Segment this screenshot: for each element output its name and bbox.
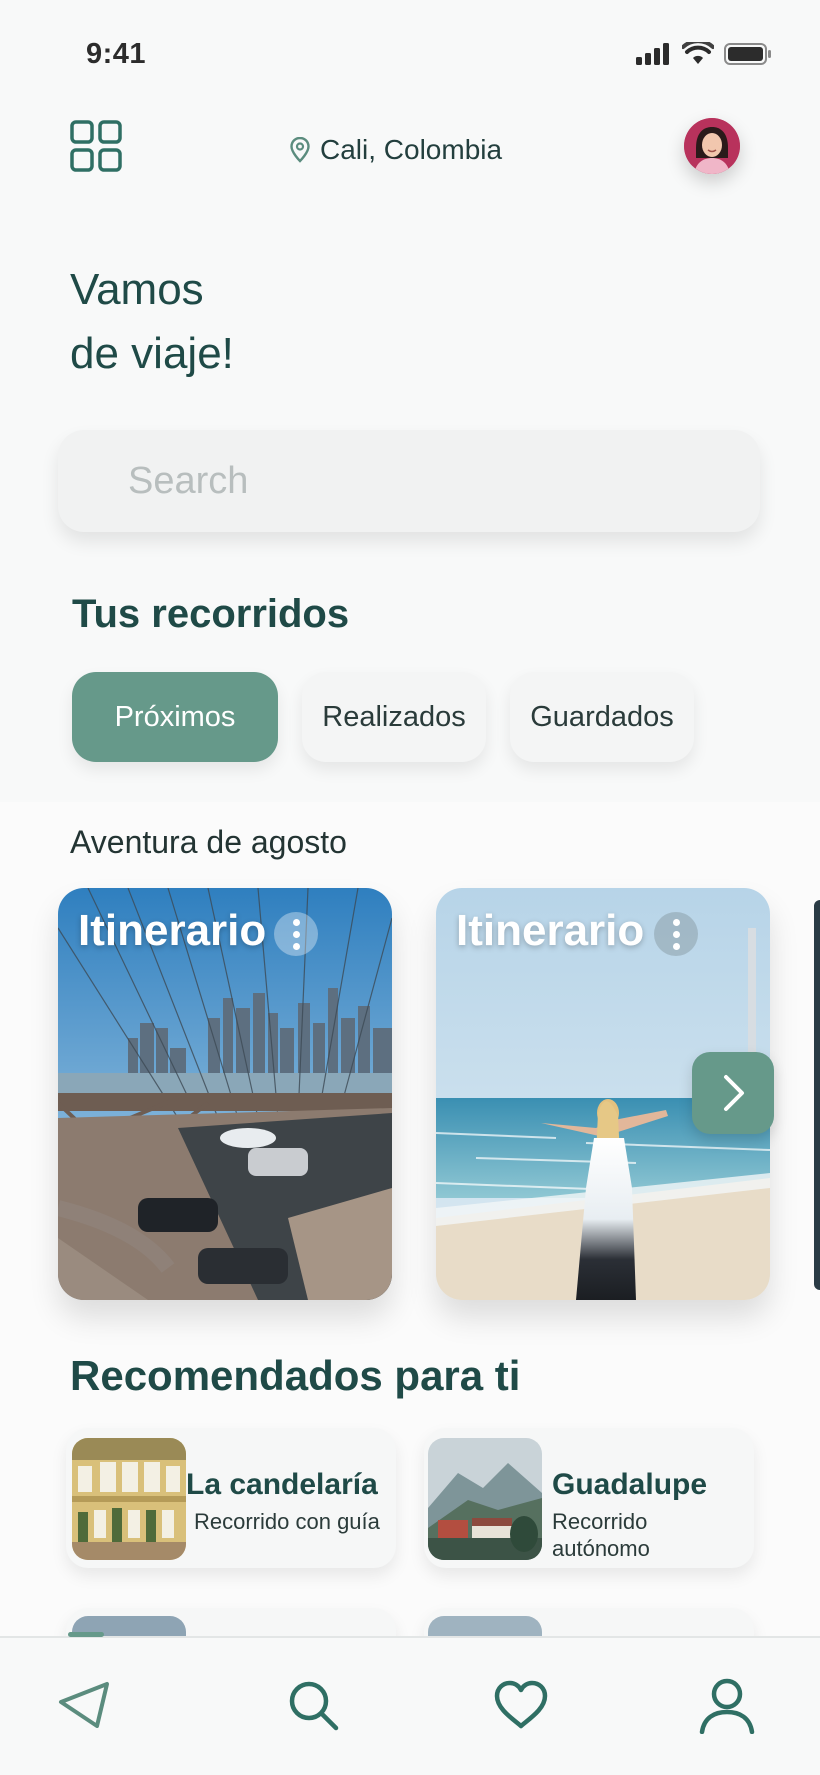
recommendation-name: La candelaría — [186, 1468, 378, 1501]
carousel-next-button[interactable] — [692, 1052, 774, 1134]
trips-tabs: Próximos Realizados Guardados — [72, 672, 694, 762]
signal-icon — [636, 43, 669, 65]
recommendation-card[interactable]: Guadalupe Recorrido autónomo — [424, 1428, 754, 1568]
kebab-dot — [292, 930, 300, 938]
tab-guardados[interactable]: Guardados — [510, 672, 694, 762]
active-tab-indicator — [68, 1632, 104, 1637]
recommendation-card[interactable]: La candelaría Recorrido con guía — [66, 1428, 396, 1568]
bottom-tab-bar — [0, 1636, 820, 1775]
recommendation-subtitle: Recorrido autónomo — [552, 1508, 650, 1562]
colonial-building-photo — [72, 1438, 186, 1560]
app-screen: 9:41 Cali, Colombia Vamos de viaje! Sear… — [0, 0, 820, 1775]
search-icon — [289, 1681, 339, 1731]
avatar-photo — [684, 118, 740, 174]
kebab-dot — [672, 918, 680, 926]
kebab-dot — [292, 942, 300, 950]
location-pin-icon — [290, 137, 310, 163]
itinerary-card[interactable]: Itinerario — [58, 888, 392, 1300]
recommendation-thumbnail — [428, 1438, 542, 1560]
card-menu-button[interactable] — [274, 912, 318, 956]
grid-icon — [70, 120, 122, 172]
battery-icon — [724, 43, 771, 65]
recommendation-subtitle-line-2: autónomo — [552, 1536, 650, 1561]
tab-navigation[interactable] — [56, 1676, 114, 1734]
trip-group-label: Aventura de agosto — [70, 824, 347, 860]
recommendation-name: Guadalupe — [552, 1468, 708, 1501]
heart-icon — [494, 1680, 548, 1729]
recommendation-thumbnail — [72, 1438, 186, 1560]
card-title: Itinerario — [78, 906, 267, 955]
trips-section-title: Tus recorridos — [72, 592, 350, 636]
page-greeting: Vamos de viaje! — [70, 258, 234, 386]
tab-realizados[interactable]: Realizados — [302, 672, 486, 762]
recommended-section-title: Recomendados para ti — [70, 1352, 521, 1399]
navigation-icon — [59, 1682, 109, 1728]
chevron-right-icon — [724, 1075, 744, 1111]
kebab-dot — [672, 942, 680, 950]
search-placeholder: Search — [128, 460, 249, 502]
mountain-town-photo — [428, 1438, 542, 1560]
avatar[interactable] — [684, 118, 740, 174]
tab-profile[interactable] — [698, 1676, 756, 1734]
location-selector[interactable]: Cali, Colombia — [290, 134, 502, 166]
greeting-line-1: Vamos — [70, 265, 204, 314]
kebab-dot — [672, 930, 680, 938]
recommendation-subtitle: Recorrido con guía — [194, 1509, 380, 1534]
greeting-line-2: de viaje! — [70, 329, 234, 378]
status-icons — [636, 42, 772, 66]
recommendation-subtitle-line-1: Recorrido — [552, 1509, 648, 1534]
kebab-dot — [292, 918, 300, 926]
search-input[interactable]: Search — [58, 430, 760, 532]
profile-icon — [699, 1678, 755, 1734]
card-title: Itinerario — [456, 906, 645, 955]
wifi-icon — [682, 42, 714, 64]
next-card-peek — [814, 900, 820, 1290]
location-label: Cali, Colombia — [320, 134, 503, 165]
card-menu-button[interactable] — [654, 912, 698, 956]
tab-proximos[interactable]: Próximos — [72, 672, 278, 762]
menu-grid-button[interactable] — [70, 120, 122, 172]
status-time: 9:41 — [86, 38, 147, 70]
tab-favorites[interactable] — [492, 1676, 550, 1734]
tab-search[interactable] — [284, 1676, 342, 1734]
